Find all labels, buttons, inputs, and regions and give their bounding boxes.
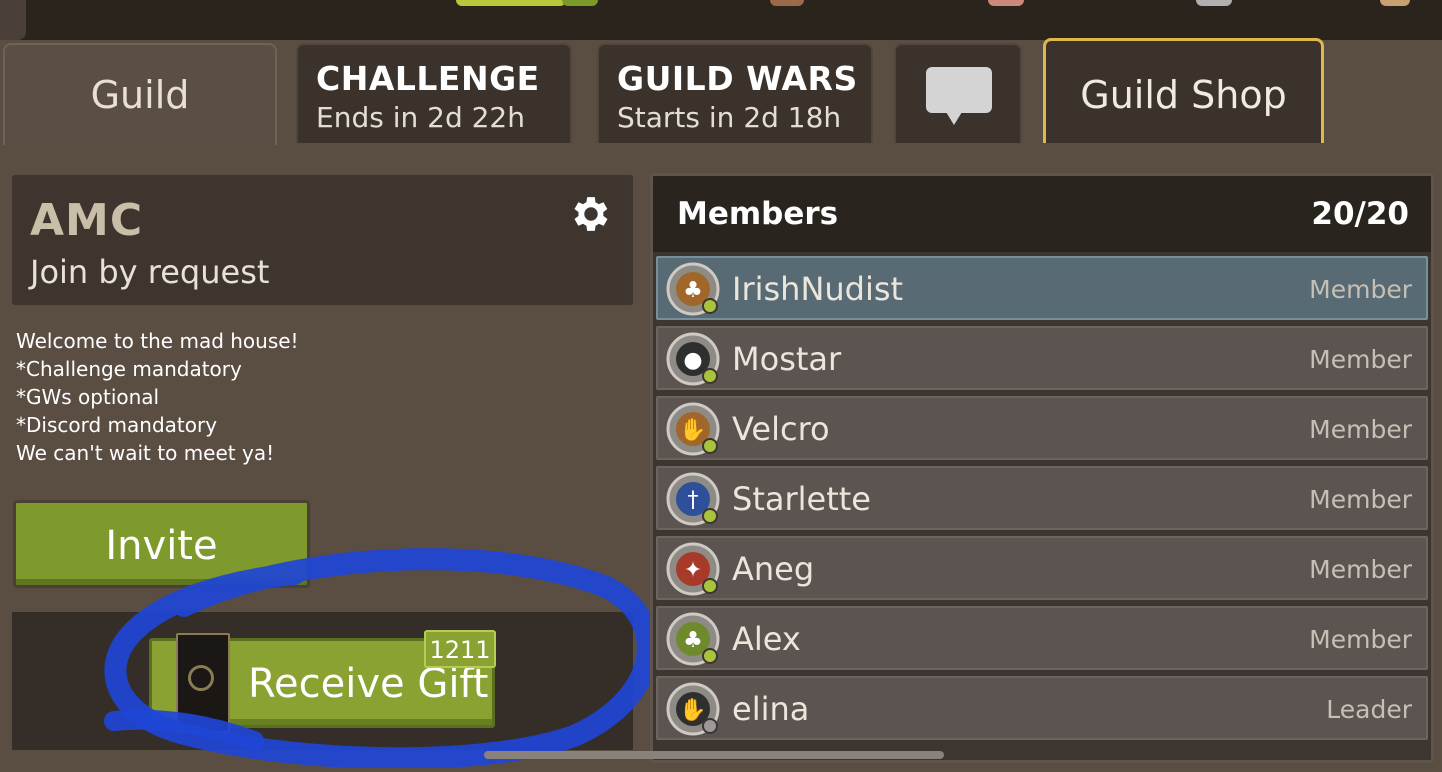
- members-panel: Members 20/20 ♣ IrishNudist Member ● Mostar M…: [650, 173, 1434, 763]
- member-name: Starlette: [732, 480, 871, 518]
- member-name: Alex: [732, 620, 801, 658]
- tab-guild-wars-title: GUILD WARS: [617, 59, 858, 98]
- guild-description-line: *Challenge mandatory: [16, 357, 242, 381]
- svg-text:†: †: [688, 488, 699, 513]
- gift-count-badge: 1211: [424, 630, 496, 668]
- member-row[interactable]: † Starlette Member: [656, 466, 1428, 530]
- tab-chat[interactable]: [894, 43, 1022, 143]
- member-row[interactable]: ● Mostar Member: [656, 326, 1428, 390]
- member-row[interactable]: ✋ Velcro Member: [656, 396, 1428, 460]
- resource-indicator: [456, 0, 566, 6]
- guild-join-policy: Join by request: [30, 253, 270, 291]
- online-status-dot: [702, 508, 718, 524]
- svg-text:✋: ✋: [679, 417, 706, 443]
- guild-description-line: *Discord mandatory: [16, 413, 218, 437]
- resource-indicator: [562, 0, 598, 6]
- top-status-strip: [0, 0, 1442, 40]
- svg-text:●: ●: [683, 348, 702, 373]
- tab-guild-shop-label: Guild Shop: [1080, 73, 1287, 117]
- svg-text:✦: ✦: [684, 558, 702, 583]
- member-name: Velcro: [732, 410, 830, 448]
- horizontal-scrollbar[interactable]: [484, 751, 944, 759]
- online-status-dot: [702, 438, 718, 454]
- tab-guild-wars[interactable]: GUILD WARS Starts in 2d 18h: [597, 43, 873, 143]
- member-role: Member: [1309, 625, 1412, 654]
- gift-card-icon: [176, 633, 230, 733]
- member-row[interactable]: ♣ IrishNudist Member: [656, 256, 1428, 320]
- gear-icon[interactable]: [568, 191, 614, 237]
- back-button[interactable]: [0, 0, 26, 40]
- member-row[interactable]: ✋ elina Leader: [656, 676, 1428, 740]
- member-row[interactable]: ✦ Aneg Member: [656, 536, 1428, 600]
- resource-indicator: [988, 0, 1024, 6]
- resource-indicator: [770, 0, 804, 6]
- chat-bubble-icon: [926, 67, 992, 125]
- member-role: Member: [1309, 275, 1412, 304]
- svg-text:♣: ♣: [683, 278, 703, 303]
- gift-panel: Receive Gift: [12, 612, 633, 750]
- member-role: Member: [1309, 555, 1412, 584]
- member-name: Aneg: [732, 550, 815, 588]
- members-header: Members 20/20: [653, 176, 1431, 252]
- invite-button-label: Invite: [105, 523, 218, 569]
- svg-text:♣: ♣: [683, 628, 703, 653]
- offline-status-dot: [702, 718, 718, 734]
- online-status-dot: [702, 648, 718, 664]
- guild-name: AMC: [30, 195, 144, 246]
- member-role: Member: [1309, 415, 1412, 444]
- tab-guild-label: Guild: [90, 73, 190, 117]
- tab-guild-wars-subtitle: Starts in 2d 18h: [617, 101, 842, 134]
- guild-info-card: AMC Join by request: [12, 175, 633, 305]
- guild-description-line: Welcome to the mad house!: [16, 329, 299, 353]
- member-name: elina: [732, 690, 810, 728]
- guild-description-line: *GWs optional: [16, 385, 160, 409]
- guild-description-line: We can't wait to meet ya!: [16, 441, 275, 465]
- member-role: Member: [1309, 345, 1412, 374]
- members-title: Members: [677, 196, 839, 232]
- member-role: Member: [1309, 485, 1412, 514]
- tab-guild-shop[interactable]: Guild Shop: [1043, 38, 1324, 143]
- member-role: Leader: [1326, 695, 1412, 724]
- online-status-dot: [702, 298, 718, 314]
- tab-guild[interactable]: Guild: [3, 43, 277, 145]
- member-row[interactable]: ♣ Alex Member: [656, 606, 1428, 670]
- resource-indicator: [1196, 0, 1232, 6]
- members-count: 20/20: [1311, 196, 1409, 232]
- tab-challenge-subtitle: Ends in 2d 22h: [316, 101, 525, 134]
- member-name: IrishNudist: [732, 270, 904, 308]
- svg-text:✋: ✋: [679, 697, 706, 723]
- tab-challenge[interactable]: CHALLENGE Ends in 2d 22h: [296, 43, 572, 143]
- resource-indicator: [1380, 0, 1410, 6]
- online-status-dot: [702, 368, 718, 384]
- invite-button[interactable]: Invite: [13, 500, 310, 588]
- member-name: Mostar: [732, 340, 842, 378]
- guild-description: Welcome to the mad house! *Challenge man…: [16, 327, 616, 467]
- online-status-dot: [702, 578, 718, 594]
- tab-challenge-title: CHALLENGE: [316, 59, 540, 98]
